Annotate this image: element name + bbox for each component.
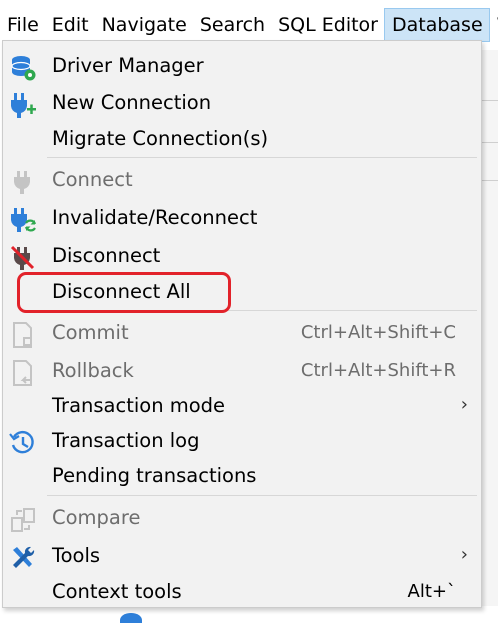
menu-item-label: Compare <box>52 506 141 529</box>
menu-item-label: Transaction log <box>52 429 200 452</box>
menu-item-label: Invalidate/Reconnect <box>52 206 258 229</box>
menu-item-compare[interactable]: Compare <box>3 501 481 535</box>
menu-separator <box>47 495 477 496</box>
menu-item-driver-manager[interactable]: Driver Manager <box>3 49 481 83</box>
submenu-arrow-icon: › <box>460 544 468 565</box>
connect-plug-icon <box>9 168 35 194</box>
menu-item-label: New Connection <box>52 91 212 114</box>
disconnect-icon <box>9 244 35 270</box>
menu-item-label: Rollback <box>52 359 134 382</box>
menu-item-connect[interactable]: Connect <box>3 163 481 197</box>
commit-icon <box>9 321 35 348</box>
background-divider <box>481 142 498 143</box>
menu-sql-editor[interactable]: SQL Editor <box>271 8 384 42</box>
menu-item-shortcut: Ctrl+Alt+Shift+R <box>300 360 456 381</box>
highlight-annotation <box>17 272 231 313</box>
menu-item-shortcut: Ctrl+Alt+Shift+C <box>300 322 456 343</box>
menu-file[interactable]: File <box>0 8 45 42</box>
tools-icon <box>9 544 35 570</box>
background-divider <box>481 100 498 101</box>
menu-item-invalidate-reconnect[interactable]: Invalidate/Reconnect <box>3 201 481 235</box>
menu-navigate[interactable]: Navigate <box>95 8 193 42</box>
menu-item-label: Commit <box>52 321 129 344</box>
reconnect-icon <box>9 206 37 232</box>
menu-item-migrate-connections[interactable]: Migrate Connection(s) <box>3 122 481 156</box>
menu-item-transaction-mode[interactable]: Transaction mode › <box>3 389 481 423</box>
database-icon <box>120 613 142 623</box>
menu-item-disconnect[interactable]: Disconnect <box>3 239 481 273</box>
menu-item-label: Disconnect <box>52 244 161 267</box>
menu-item-shortcut: Alt+` <box>407 581 456 602</box>
menu-window[interactable]: W <box>490 8 498 42</box>
menu-item-label: Migrate Connection(s) <box>52 127 269 150</box>
new-connection-icon <box>9 91 36 118</box>
rollback-icon <box>9 359 35 386</box>
transaction-log-icon <box>9 429 35 455</box>
menu-item-label: Transaction mode <box>52 394 226 417</box>
menu-item-label: Tools <box>52 544 101 567</box>
compare-icon <box>9 506 35 532</box>
menu-item-pending-transactions[interactable]: Pending transactions <box>3 459 481 493</box>
menu-item-tools[interactable]: Tools › <box>3 539 481 573</box>
driver-manager-icon <box>9 54 36 81</box>
menu-item-transaction-log[interactable]: Transaction log <box>3 424 481 458</box>
submenu-arrow-icon: › <box>460 394 468 415</box>
menu-edit[interactable]: Edit <box>45 8 95 42</box>
menu-item-label: Driver Manager <box>52 54 204 77</box>
menu-item-rollback[interactable]: Rollback Ctrl+Alt+Shift+R <box>3 354 481 388</box>
menu-item-commit[interactable]: Commit Ctrl+Alt+Shift+C <box>3 316 481 350</box>
menu-search[interactable]: Search <box>193 8 271 42</box>
background-divider <box>481 180 498 181</box>
menu-database[interactable]: Database <box>383 8 490 42</box>
menu-item-context-tools[interactable]: Context tools Alt+` <box>3 575 481 609</box>
menu-item-label: Context tools <box>52 580 182 603</box>
menu-separator <box>47 157 477 158</box>
menu-item-new-connection[interactable]: New Connection <box>3 86 481 120</box>
background-window-edge <box>481 48 498 623</box>
database-dropdown-menu: Driver Manager New Connection Migrate Co… <box>2 40 482 608</box>
menu-item-label: Pending transactions <box>52 464 257 487</box>
menu-item-label: Connect <box>52 168 133 191</box>
